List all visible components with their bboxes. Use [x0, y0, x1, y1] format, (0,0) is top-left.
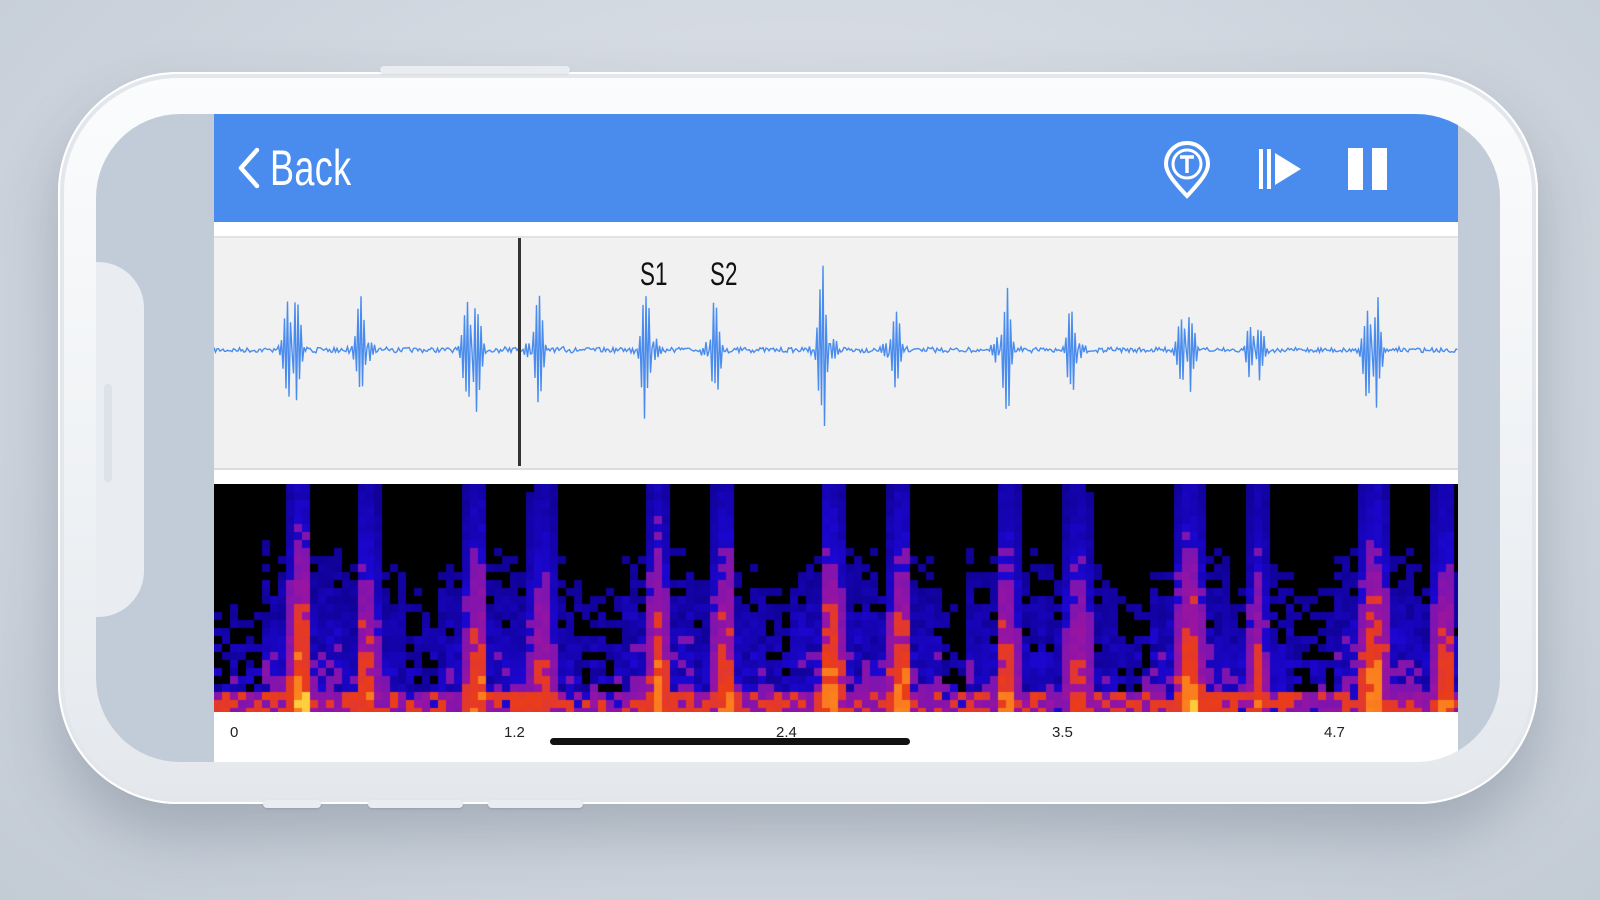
phone-volume-button-3: [488, 800, 583, 808]
s2-marker: S2: [710, 256, 738, 292]
chevron-left-icon: [238, 147, 260, 189]
heart-sound-waveform: [214, 265, 1458, 427]
phone-side-button-top: [380, 66, 570, 73]
back-label: Back: [270, 140, 352, 196]
back-button[interactable]: Back: [236, 138, 383, 198]
time-tick: 0: [230, 724, 239, 741]
home-indicator[interactable]: [550, 738, 910, 745]
s1-marker: S1: [640, 256, 668, 292]
notch-speaker: [104, 384, 112, 482]
app-header: Back: [214, 114, 1458, 222]
time-axis: 0 1.2 2.4 3.5 4.7: [214, 712, 1458, 762]
time-tick: 3.5: [1052, 724, 1073, 741]
playhead-cursor[interactable]: [518, 238, 521, 466]
time-tick: 4.7: [1324, 724, 1345, 741]
phone-volume-button-2: [368, 800, 463, 808]
app-screen: Back S1 S2 0 1.2 2.4 3.5 4.7: [214, 114, 1458, 762]
waveform-trace: [214, 265, 1458, 427]
phone-volume-button-1: [263, 800, 321, 808]
spectrogram-panel[interactable]: [214, 484, 1458, 712]
waveform-panel[interactable]: S1 S2: [214, 236, 1458, 470]
pause-icon[interactable]: [1346, 146, 1392, 192]
play-from-marker-icon[interactable]: [1257, 147, 1303, 191]
time-tick: 1.2: [504, 724, 525, 741]
phone-bezel: Back S1 S2 0 1.2 2.4 3.5 4.7: [96, 114, 1500, 762]
phone-frame: Back S1 S2 0 1.2 2.4 3.5 4.7: [58, 66, 1538, 808]
timer-marker-icon[interactable]: [1162, 140, 1212, 200]
spectrogram: [214, 484, 1458, 712]
